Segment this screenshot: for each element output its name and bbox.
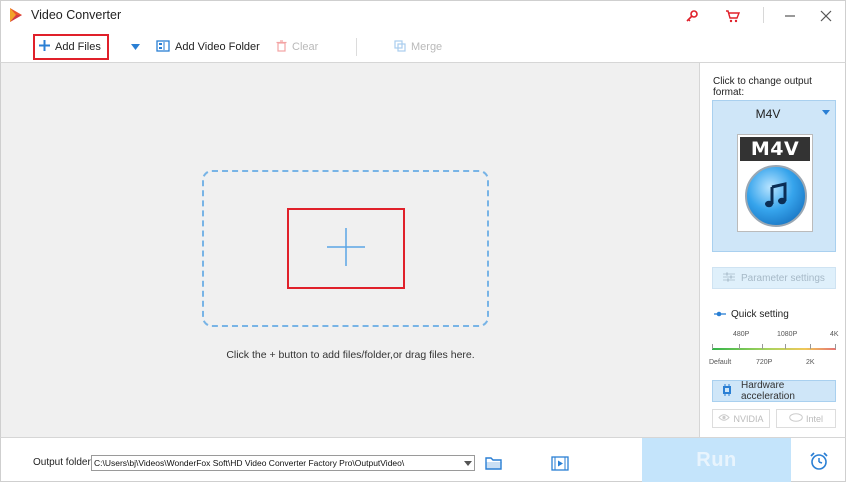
slider-tick: [835, 344, 836, 349]
quality-4k: 4K: [830, 331, 839, 338]
film-folder-icon: [156, 39, 170, 55]
drop-hint: Click the + button to add files/folder,o…: [226, 349, 475, 361]
minimize-icon[interactable]: [779, 5, 801, 27]
intel-button[interactable]: Intel: [776, 409, 836, 428]
plus-icon: [39, 40, 50, 54]
clear-button[interactable]: Clear: [276, 34, 318, 60]
merge-icon: [394, 39, 406, 55]
slider-tick: [762, 344, 763, 349]
slider-tick: [785, 344, 786, 349]
output-folder-dropdown[interactable]: [461, 455, 475, 471]
quality-1080p: 1080P: [777, 331, 798, 338]
video-folder-icon[interactable]: [550, 454, 570, 472]
output-folder-label: Output folder:: [33, 457, 94, 468]
slider-tick: [739, 344, 740, 349]
slider-tick: [712, 344, 713, 349]
music-note-icon: [745, 165, 807, 227]
add-video-folder-label: Add Video Folder: [175, 41, 260, 53]
title-bar: Video Converter: [0, 0, 846, 30]
intel-label: Intel: [805, 413, 823, 424]
parameter-settings-label: Parameter settings: [741, 272, 825, 284]
sliders-icon: [723, 272, 735, 285]
output-format-panel: Click to change output format: M4V M4V P…: [699, 63, 846, 437]
titlebar-separator: [763, 7, 764, 23]
quality-slider[interactable]: [712, 348, 836, 350]
quality-480p: 480P: [733, 331, 750, 338]
hardware-acceleration-label: Hardware acceleration: [741, 380, 795, 402]
quality-720p: 720P: [756, 359, 773, 366]
format-thumbnail: M4V: [737, 134, 813, 232]
hardware-acceleration-button[interactable]: Hardware acceleration: [712, 380, 836, 402]
format-thumb-label: M4V: [740, 137, 810, 161]
window-title: Video Converter: [31, 8, 122, 22]
plus-icon: [326, 227, 366, 270]
file-list-area[interactable]: Click the + button to add files/folder,o…: [0, 63, 699, 437]
quick-setting-header: Quick setting: [714, 309, 789, 320]
app-logo-icon: [8, 7, 24, 23]
trash-icon: [276, 39, 287, 55]
nvidia-icon: [718, 413, 731, 424]
clear-label: Clear: [292, 41, 319, 53]
chip-icon: [721, 383, 733, 399]
run-button[interactable]: Run: [642, 438, 791, 482]
folder-icon[interactable]: [484, 454, 504, 472]
quick-setting-label: Quick setting: [731, 309, 789, 320]
chevron-down-icon: [131, 41, 140, 53]
change-format-label: Click to change output format:: [713, 76, 812, 98]
format-name: M4V: [755, 107, 781, 121]
output-format-selector[interactable]: M4V M4V: [712, 100, 836, 252]
add-files-button[interactable]: Add Files: [33, 34, 109, 60]
add-video-folder-button[interactable]: Add Video Folder: [131, 34, 260, 60]
key-icon[interactable]: [681, 5, 703, 27]
close-icon[interactable]: [815, 5, 837, 27]
quality-default: Default: [709, 359, 732, 366]
nvidia-label: NVIDIA: [733, 413, 764, 424]
merge-button[interactable]: Merge: [394, 34, 442, 60]
chevron-down-icon: [822, 110, 830, 115]
add-file-plus-button[interactable]: [287, 208, 405, 289]
slider-icon: [714, 309, 726, 320]
quality-2k: 2K: [806, 359, 815, 366]
output-folder-field[interactable]: C:\Users\bj\Videos\WonderFox Soft\HD Vid…: [91, 455, 475, 471]
bottom-bar: Output folder: C:\Users\bj\Videos\Wonder…: [0, 437, 846, 482]
parameter-settings-button[interactable]: Parameter settings: [712, 267, 836, 289]
merge-label: Merge: [411, 41, 443, 53]
nvidia-button[interactable]: NVIDIA: [712, 409, 770, 428]
alarm-clock-icon[interactable]: [807, 450, 831, 472]
cart-icon[interactable]: [721, 5, 743, 27]
toolbar-separator: [356, 38, 357, 56]
slider-tick: [810, 344, 811, 349]
add-files-label: Add Files: [55, 41, 101, 53]
intel-icon: [789, 413, 803, 424]
